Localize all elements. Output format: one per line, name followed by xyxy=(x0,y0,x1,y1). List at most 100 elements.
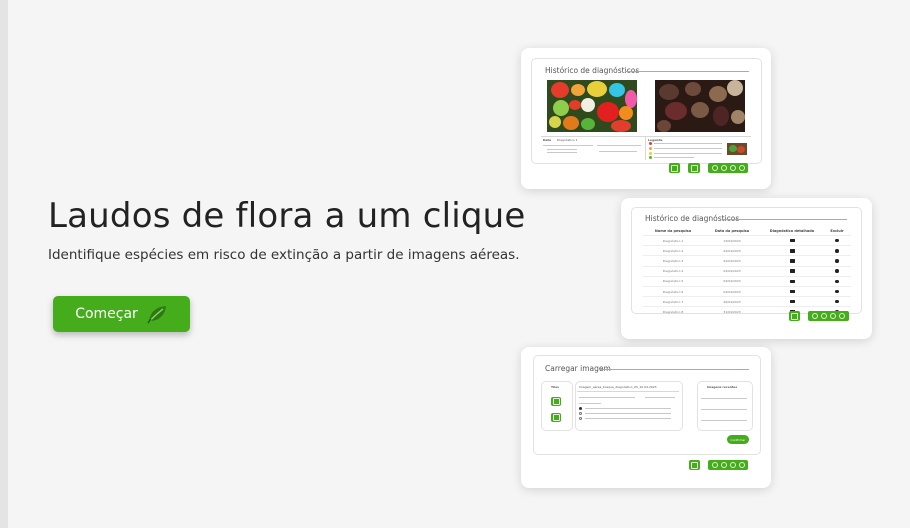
file-line xyxy=(579,403,601,404)
diagnostics-preview-card: Histórico de diagnósticos Data Diagnósti… xyxy=(521,48,771,189)
column-header: Diagnóstico detalhado xyxy=(769,229,815,233)
start-button-label: Começar xyxy=(75,306,138,322)
option-line xyxy=(585,408,671,409)
folder-icon[interactable] xyxy=(789,279,795,284)
table-row[interactable]: Diagnóstico 6 04/04/2023 xyxy=(643,285,851,297)
toolbar-segment[interactable] xyxy=(808,311,849,321)
hero-title: Laudos de flora a um clique xyxy=(48,196,526,236)
delete-icon[interactable] xyxy=(835,259,839,263)
recent-label: Imagens recentes xyxy=(707,385,738,389)
legend-dot xyxy=(649,147,652,150)
confirm-label: Confirmar xyxy=(730,437,746,442)
row-name: Diagnóstico 1 xyxy=(643,234,703,246)
file-line xyxy=(645,397,675,398)
row-name: Diagnóstico 5 xyxy=(643,275,703,287)
file-divider xyxy=(577,391,679,392)
option-line xyxy=(585,418,671,419)
info-separator xyxy=(645,136,646,160)
title-divider xyxy=(599,369,749,370)
table-row[interactable]: Diagnóstico 5 04/04/2023 xyxy=(643,275,851,287)
column-header: Excluir xyxy=(830,229,844,233)
aerial-image-original xyxy=(655,80,745,132)
row-name: Diagnóstico 8 xyxy=(643,306,703,317)
delete-icon[interactable] xyxy=(835,289,839,294)
table-row[interactable]: Diagnóstico 7 20/04/2023 xyxy=(643,296,851,307)
info-line xyxy=(599,151,637,152)
table-header: Nome da pesquisa Data da pesquisa Diagnó… xyxy=(643,227,851,236)
recent-item[interactable] xyxy=(701,420,747,421)
table-row[interactable]: Diagnóstico 4 04/04/2023 xyxy=(643,265,851,277)
info-line xyxy=(543,145,593,146)
info-line xyxy=(547,149,577,150)
legend-line xyxy=(654,148,722,149)
row-name: Diagnóstico 7 xyxy=(643,296,703,307)
legend-dot xyxy=(649,156,652,159)
title-divider xyxy=(723,219,847,220)
folder-icon[interactable] xyxy=(789,259,795,263)
file-name: Imagem_aérea_bosque_diagnóstico_05_10.04… xyxy=(579,385,657,389)
row-date: 04/04/2023 xyxy=(703,275,761,287)
radio-option[interactable] xyxy=(579,417,582,420)
aerial-image-classified xyxy=(547,80,637,132)
folder-icon[interactable] xyxy=(789,299,795,304)
legend-thumbnail xyxy=(727,143,747,155)
row-date: 20/04/2023 xyxy=(703,296,761,307)
home-button[interactable] xyxy=(689,460,700,470)
info-line xyxy=(547,152,577,153)
legend-dot xyxy=(649,152,652,155)
data-label: Data xyxy=(543,138,551,142)
toolbar-segment[interactable] xyxy=(708,163,748,173)
radio-option[interactable] xyxy=(579,407,582,410)
row-name: Diagnóstico 2 xyxy=(643,245,703,256)
row-date: 31/04/2023 xyxy=(703,306,761,317)
info-divider xyxy=(541,136,751,137)
history-preview-card: Histórico de diagnósticos Nome da pesqui… xyxy=(621,198,872,339)
search-tool-button[interactable] xyxy=(551,397,561,406)
info-line xyxy=(597,145,641,146)
delete-icon[interactable] xyxy=(835,299,839,304)
recent-item[interactable] xyxy=(701,409,747,410)
confirm-button[interactable]: Confirmar xyxy=(727,435,749,444)
delete-icon[interactable] xyxy=(835,279,839,284)
home-button[interactable] xyxy=(789,311,800,321)
row-date: 04/04/2023 xyxy=(703,245,761,256)
folder-tool-button[interactable] xyxy=(551,413,561,422)
file-line xyxy=(579,397,635,398)
table-row[interactable]: Diagnóstico 3 04/04/2023 xyxy=(643,255,851,267)
start-button[interactable]: Começar xyxy=(53,296,190,332)
legend-line xyxy=(654,143,722,144)
row-date: 04/04/2023 xyxy=(703,265,761,277)
row-name: Diagnóstico 4 xyxy=(643,265,703,277)
title-divider xyxy=(625,71,749,72)
home-button[interactable] xyxy=(669,163,680,173)
legend-dot xyxy=(649,142,652,145)
folder-icon[interactable] xyxy=(789,269,795,273)
row-name: Diagnóstico 6 xyxy=(643,285,703,297)
column-header: Nome da pesquisa xyxy=(654,229,692,233)
folder-icon[interactable] xyxy=(789,289,795,294)
column-header: Data da pesquisa xyxy=(714,229,750,233)
back-button[interactable] xyxy=(688,163,700,173)
legend-line xyxy=(654,153,722,154)
option-line xyxy=(585,413,671,414)
data-value: Diagnóstico 1 xyxy=(557,138,578,142)
window-edge xyxy=(0,0,8,528)
upload-preview-card: Carregar imagem Tiles Imagem_aérea_bosqu… xyxy=(521,347,771,488)
recent-item[interactable] xyxy=(701,398,747,399)
delete-icon[interactable] xyxy=(835,269,839,273)
radio-option[interactable] xyxy=(579,412,582,415)
delete-icon[interactable] xyxy=(835,238,839,243)
row-name: Diagnóstico 3 xyxy=(643,255,703,267)
toolbar-segment[interactable] xyxy=(708,460,748,470)
delete-icon[interactable] xyxy=(835,249,839,253)
table-row[interactable]: Diagnóstico 1 13/03/2023 xyxy=(643,234,851,246)
hero-subtitle: Identifique espécies em risco de extinçã… xyxy=(48,247,520,263)
row-date: 04/04/2023 xyxy=(703,285,761,297)
row-date: 13/03/2023 xyxy=(703,234,761,246)
history-table: Nome da pesquisa Data da pesquisa Diagnó… xyxy=(643,227,851,317)
legend-line xyxy=(654,157,694,158)
row-date: 04/04/2023 xyxy=(703,255,761,267)
folder-icon[interactable] xyxy=(789,238,795,243)
folder-icon[interactable] xyxy=(789,249,795,253)
table-row[interactable]: Diagnóstico 2 04/04/2023 xyxy=(643,245,851,256)
